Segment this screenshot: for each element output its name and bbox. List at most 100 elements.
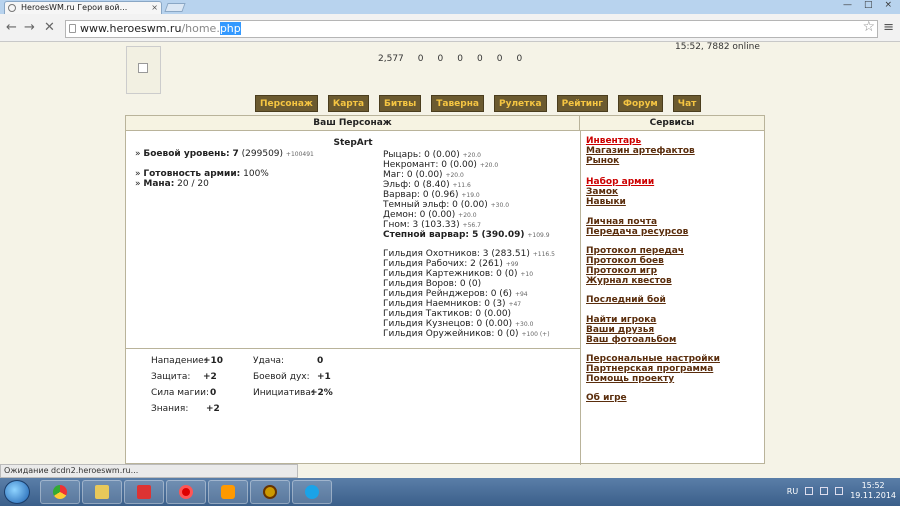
faction-delta: +20.0 bbox=[458, 212, 477, 219]
minimize-button[interactable]: — bbox=[843, 0, 852, 12]
nav-forum[interactable]: Форум bbox=[618, 95, 663, 112]
windows-taskbar: RU 15:52 19.11.2014 bbox=[0, 478, 900, 506]
maximize-button[interactable]: □ bbox=[864, 0, 873, 12]
back-arrow-icon[interactable]: ← bbox=[6, 20, 17, 35]
volume-icon[interactable] bbox=[835, 487, 844, 495]
guild-delta: +94 bbox=[514, 291, 528, 298]
service-link[interactable]: Протокол игр bbox=[586, 266, 657, 276]
hero-name: StepArt bbox=[333, 138, 373, 148]
nav-rating[interactable]: Рейтинг bbox=[556, 95, 609, 112]
nav-battles[interactable]: Битвы bbox=[379, 95, 422, 112]
skype-taskbar-button[interactable] bbox=[292, 480, 332, 504]
attribute-value: +1 bbox=[317, 372, 331, 382]
bookmark-star-icon[interactable]: ☆ bbox=[862, 19, 875, 35]
guild-stat: Гильдия Наемников: 0 (3) bbox=[383, 299, 506, 309]
attribute-label: Боевой дух: bbox=[253, 372, 310, 382]
logo-image[interactable] bbox=[126, 46, 161, 94]
opera-taskbar-button[interactable] bbox=[166, 480, 206, 504]
nav-map[interactable]: Карта bbox=[327, 95, 370, 112]
url-path: /home. bbox=[181, 22, 220, 35]
panel-divider bbox=[580, 131, 581, 465]
service-link[interactable]: Протокол боев bbox=[586, 256, 664, 266]
service-link[interactable]: Персональные настройки bbox=[586, 354, 720, 364]
attribute-label: Инициатива: bbox=[253, 388, 314, 398]
new-tab-button[interactable] bbox=[164, 3, 186, 12]
service-link[interactable]: Протокол передач bbox=[586, 246, 684, 256]
nav-character[interactable]: Персонаж bbox=[255, 95, 318, 112]
faction-delta: +30.0 bbox=[490, 202, 510, 209]
stop-loading-icon[interactable]: ✕ bbox=[44, 20, 55, 35]
url-host: www.heroeswm.ru bbox=[80, 22, 182, 35]
resource-wood: 0 bbox=[417, 54, 424, 64]
guild-stat: Гильдия Рабочих: 2 (261) bbox=[383, 259, 503, 269]
mana-value: 20 / 20 bbox=[177, 179, 209, 189]
opera-icon bbox=[179, 485, 193, 499]
nav-tavern[interactable]: Таверна bbox=[431, 95, 484, 112]
faction-stat: Степной варвар: 5 (390.09) bbox=[383, 230, 525, 240]
service-link[interactable]: Передача ресурсов bbox=[586, 227, 688, 237]
guild-delta: +10 bbox=[520, 271, 534, 278]
chrome-taskbar-button[interactable] bbox=[40, 480, 80, 504]
service-link[interactable]: Помощь проекту bbox=[586, 374, 674, 384]
guild-stat: Гильдия Оружейников: 0 (0) bbox=[383, 329, 519, 339]
service-link[interactable]: Последний бой bbox=[586, 295, 666, 305]
clock[interactable]: 15:52 19.11.2014 bbox=[850, 481, 896, 501]
network-icon[interactable] bbox=[820, 487, 829, 495]
guild-delta: +99 bbox=[505, 261, 519, 268]
faction-delta: +19.0 bbox=[461, 192, 480, 199]
service-link[interactable]: Ваши друзья bbox=[586, 325, 654, 335]
address-bar[interactable]: www.heroeswm.ru/home.php bbox=[65, 20, 878, 38]
faction-delta: +11.6 bbox=[452, 182, 471, 189]
faction-delta: +20.0 bbox=[445, 172, 464, 179]
tab-close-icon[interactable]: × bbox=[151, 2, 158, 14]
service-link[interactable]: Навыки bbox=[586, 197, 626, 207]
faction-delta: +20.0 bbox=[462, 152, 481, 159]
service-link[interactable]: Магазин артефактов bbox=[586, 146, 695, 156]
start-button[interactable] bbox=[4, 480, 30, 504]
help-icon[interactable] bbox=[805, 487, 814, 495]
resource-mercury: 0 bbox=[457, 54, 463, 64]
faction-stat: Темный эльф: 0 (0.00) bbox=[383, 200, 488, 210]
resource-gold: 2,577 bbox=[378, 54, 404, 64]
language-indicator[interactable]: RU bbox=[787, 487, 798, 496]
nav-roulette[interactable]: Рулетка bbox=[494, 95, 547, 112]
attribute-value: +2 bbox=[203, 372, 217, 382]
service-link[interactable]: Ваш фотоальбом bbox=[586, 335, 676, 345]
guild-stat: Гильдия Картежников: 0 (0) bbox=[383, 269, 518, 279]
service-link[interactable]: Замок bbox=[586, 187, 618, 197]
browser-menu-icon[interactable]: ≡ bbox=[883, 20, 894, 35]
browser-tab[interactable]: HeroesWM.ru Герои вой... × bbox=[4, 1, 162, 14]
window-controls: — □ × bbox=[843, 0, 898, 12]
guild-stat: Гильдия Охотников: 3 (283.51) bbox=[383, 249, 530, 259]
page-content: 15:52, 7882 online 2,577 0 0 0 0 0 0 Пер… bbox=[0, 42, 900, 465]
faction-delta: +56.7 bbox=[462, 222, 481, 229]
folder-icon bbox=[95, 485, 109, 499]
clock-date: 19.11.2014 bbox=[850, 491, 896, 500]
page-favicon-icon bbox=[8, 4, 16, 12]
service-link[interactable]: Личная почта bbox=[586, 217, 657, 227]
service-link[interactable]: Набор армии bbox=[586, 177, 654, 187]
service-link[interactable]: Инвентарь bbox=[586, 136, 641, 146]
media-taskbar-button[interactable] bbox=[208, 480, 248, 504]
close-window-button[interactable]: × bbox=[884, 0, 892, 12]
app-icon bbox=[137, 485, 151, 499]
skype-icon bbox=[305, 485, 319, 499]
service-link[interactable]: Журнал квестов bbox=[586, 276, 672, 286]
service-link[interactable]: Партнерская программа bbox=[586, 364, 713, 374]
combat-level-row: » Боевой уровень: 7 (299509) +100491 bbox=[135, 149, 314, 159]
service-link[interactable]: Об игре bbox=[586, 393, 627, 403]
service-link[interactable]: Рынок bbox=[586, 156, 619, 166]
app-taskbar-button[interactable] bbox=[124, 480, 164, 504]
server-time-online: 15:52, 7882 online bbox=[675, 42, 760, 52]
services-panel-title: Сервисы bbox=[580, 116, 764, 131]
guild-row: Гильдия Оружейников: 0 (0) +100 (+) bbox=[383, 329, 550, 340]
media-player-icon bbox=[221, 485, 235, 499]
nav-chat[interactable]: Чат bbox=[672, 95, 702, 112]
forward-arrow-icon[interactable]: → bbox=[24, 20, 35, 35]
service-link[interactable]: Найти игрока bbox=[586, 315, 656, 325]
attribute-label: Защита: bbox=[151, 372, 191, 382]
mana-row: » Мана: 20 / 20 bbox=[135, 179, 209, 189]
explorer-taskbar-button[interactable] bbox=[82, 480, 122, 504]
faction-stat: Эльф: 0 (8.40) bbox=[383, 180, 450, 190]
wow-taskbar-button[interactable] bbox=[250, 480, 290, 504]
